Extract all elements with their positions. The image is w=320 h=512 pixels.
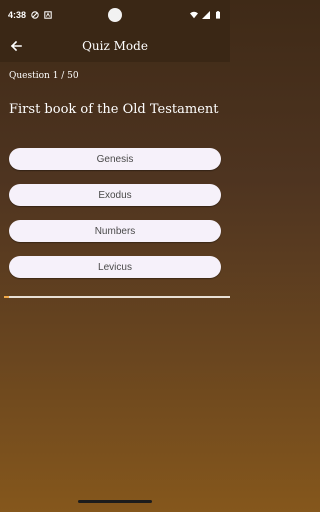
status-right: [190, 11, 222, 19]
page-title: Quiz Mode: [82, 39, 148, 53]
app-bar: Quiz Mode: [0, 30, 230, 62]
shield-icon: [31, 11, 39, 19]
question-counter: Question 1 / 50: [9, 71, 79, 81]
question-text: First book of the Old Testament: [9, 102, 219, 117]
progress-fill: [4, 296, 9, 298]
notification-icon: [44, 11, 52, 19]
answer-button-levicus[interactable]: Levicus: [9, 256, 221, 278]
wifi-icon: [190, 11, 198, 19]
answer-button-exodus[interactable]: Exodus: [9, 184, 221, 206]
answer-button-numbers[interactable]: Numbers: [9, 220, 221, 242]
status-time: 4:38: [8, 10, 27, 20]
answer-button-genesis[interactable]: Genesis: [9, 148, 221, 170]
battery-icon: [216, 11, 220, 19]
status-left: 4:38: [8, 10, 52, 20]
gesture-nav-handle[interactable]: [78, 500, 152, 503]
signal-icon: [202, 11, 210, 19]
camera-cutout: [108, 8, 122, 22]
progress-bar: [4, 296, 230, 298]
